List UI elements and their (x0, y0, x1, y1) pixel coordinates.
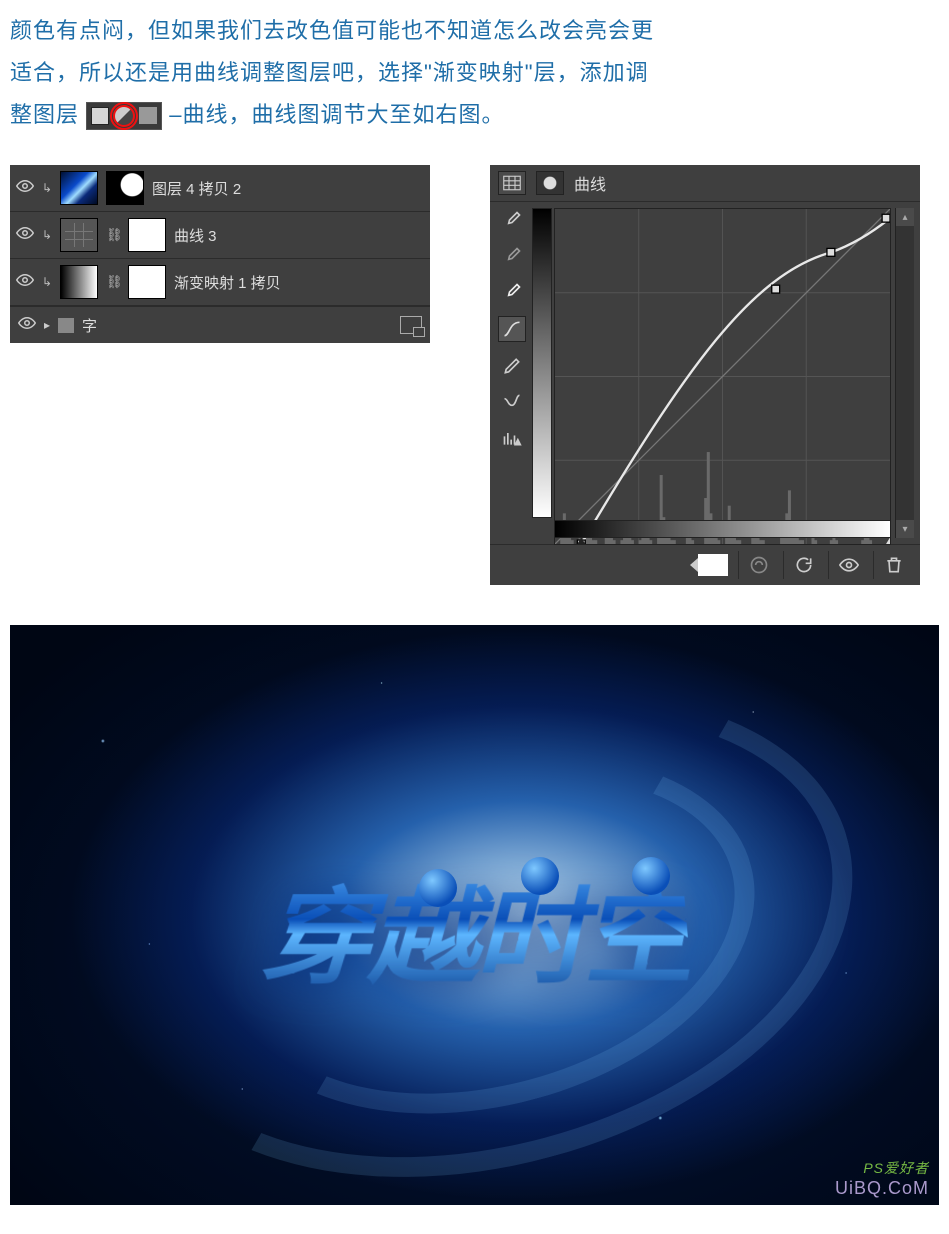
on-image-adjust-button[interactable] (536, 171, 564, 195)
view-previous-state-button[interactable] (738, 551, 779, 579)
clip-indicator-icon: ↳ (42, 275, 52, 289)
clip-indicator-icon: ↳ (42, 228, 52, 242)
artwork-text: 穿越时空 (256, 853, 694, 1005)
output-gradient (532, 208, 552, 518)
scroll-up-icon[interactable]: ▴ (896, 208, 914, 226)
instruction-paragraph: 颜色有点闷，但如果我们去改色值可能也不知道怎么改会亮会更 适合，所以还是用曲线调… (10, 10, 939, 135)
curves-panel: 曲线 (490, 165, 920, 585)
clip-indicator-icon: ↳ (42, 181, 52, 195)
curve-point-tool-icon[interactable] (498, 316, 526, 342)
histogram-warning-icon[interactable] (499, 426, 525, 450)
layer-row[interactable]: ↳ ⛓ 曲线 3 (10, 212, 430, 259)
curves-tool-column (496, 208, 528, 538)
layer-name[interactable]: 图层 4 拷贝 2 (152, 178, 424, 199)
layer-thumbnail[interactable] (60, 218, 98, 252)
curves-graph-canvas[interactable] (554, 208, 891, 545)
scroll-down-icon[interactable]: ▾ (896, 520, 914, 538)
reset-button[interactable] (783, 551, 824, 579)
layer-thumbnail[interactable] (60, 265, 98, 299)
input-gradient (554, 520, 891, 538)
layer-name[interactable]: 渐变映射 1 拷贝 (174, 272, 424, 293)
inline-adjustment-layer-ui (86, 102, 162, 130)
layer-name[interactable]: 曲线 3 (174, 225, 424, 246)
mask-icon (91, 107, 109, 125)
link-icon[interactable]: ⛓ (106, 274, 120, 290)
clip-to-layer-button[interactable] (698, 554, 728, 576)
visibility-icon[interactable] (16, 177, 34, 199)
intro-line1: 颜色有点闷，但如果我们去改色值可能也不知道怎么改会亮会更 (10, 18, 654, 43)
visibility-icon[interactable] (16, 271, 34, 293)
layers-panel: ↳ 图层 4 拷贝 2 ↳ ⛓ 曲线 3 ↳ ⛓ 渐变映射 1 拷贝 (10, 165, 430, 343)
curves-graph[interactable] (532, 208, 891, 538)
layer-mask-thumbnail[interactable] (128, 265, 166, 299)
curves-panel-footer (490, 544, 920, 585)
curves-panel-header: 曲线 (490, 165, 920, 202)
preset-picker-button[interactable] (498, 171, 526, 195)
eyedropper-gray-icon[interactable] (499, 244, 525, 268)
delete-button[interactable] (873, 551, 914, 579)
layer-thumbnail[interactable] (60, 171, 98, 205)
visibility-icon[interactable] (16, 224, 34, 246)
duplicate-icon[interactable] (400, 316, 422, 334)
watermark: PS爱好者 UiBQ.CoM (835, 1158, 929, 1199)
layer-group-row[interactable]: ▸ 字 (10, 306, 430, 343)
eyedropper-white-icon[interactable] (499, 280, 525, 304)
layer-mask-thumbnail[interactable] (106, 171, 144, 205)
intro-line2a: 适合，所以还是用曲线调整图层吧，选择"渐变映射"层，添加调 (10, 60, 649, 85)
layer-mask-thumbnail[interactable] (128, 218, 166, 252)
sphere-decoration (419, 869, 457, 907)
intro-line2b: 整图层 (10, 102, 79, 127)
folder-icon (58, 318, 74, 333)
toggle-visibility-button[interactable] (828, 551, 869, 579)
adjustment-layer-icon (113, 105, 135, 127)
result-artwork: 穿越时空 PS爱好者 UiBQ.CoM (10, 625, 939, 1205)
watermark-top: PS爱好者 (835, 1158, 929, 1178)
eyedropper-black-icon[interactable] (499, 208, 525, 232)
panel-title: 曲线 (574, 171, 606, 195)
pencil-tool-icon[interactable] (499, 354, 525, 378)
smooth-tool-icon[interactable] (499, 390, 525, 414)
visibility-icon[interactable] (18, 314, 36, 336)
folder-icon (139, 107, 157, 124)
watermark-bottom: UiBQ.CoM (835, 1178, 929, 1198)
link-icon[interactable]: ⛓ (106, 227, 120, 243)
layer-row[interactable]: ↳ ⛓ 渐变映射 1 拷贝 (10, 259, 430, 306)
expand-chevron-icon[interactable]: ▸ (44, 318, 50, 332)
panel-scrollbar[interactable]: ▴ ▾ (895, 208, 914, 538)
intro-line2c: –曲线，曲线图调节大至如右图。 (169, 102, 504, 127)
group-name[interactable]: 字 (82, 315, 97, 336)
layer-row[interactable]: ↳ 图层 4 拷贝 2 (10, 165, 430, 212)
